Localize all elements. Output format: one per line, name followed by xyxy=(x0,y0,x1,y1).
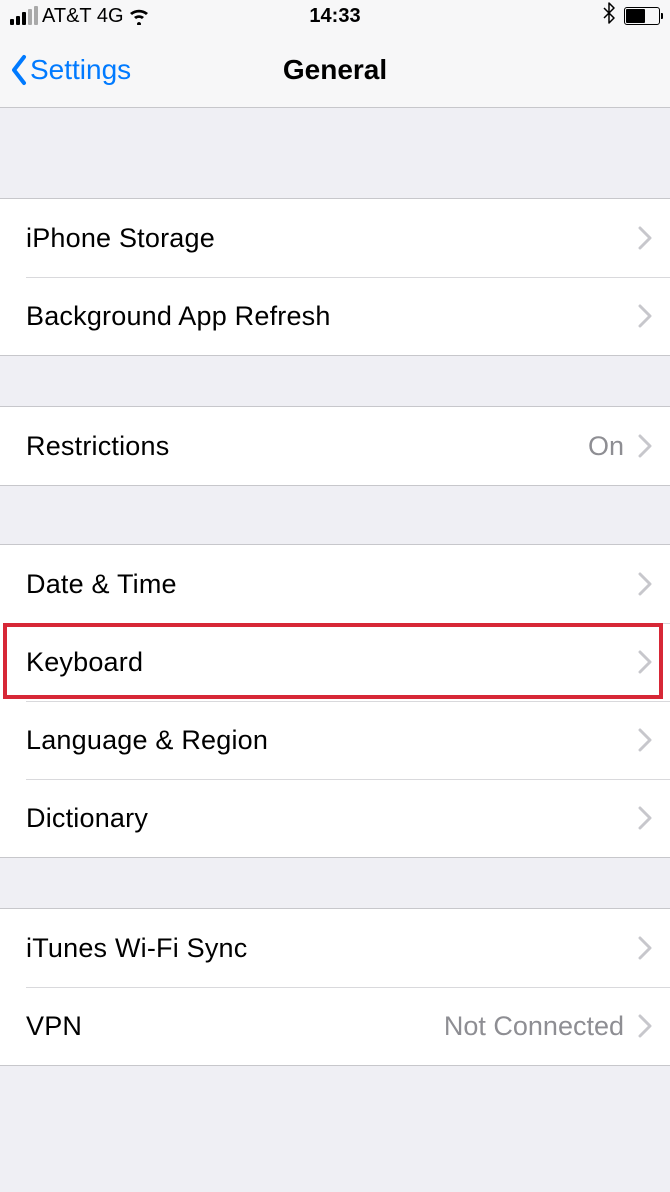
settings-row[interactable]: iPhone Storage xyxy=(0,198,670,277)
chevron-right-icon xyxy=(638,226,652,250)
chevron-right-icon xyxy=(638,936,652,960)
chevron-right-icon xyxy=(638,728,652,752)
row-right xyxy=(638,728,652,752)
row-right xyxy=(638,572,652,596)
row-value: On xyxy=(588,431,624,462)
settings-row[interactable]: VPN Not Connected xyxy=(0,987,670,1066)
row-label: Dictionary xyxy=(26,803,148,834)
settings-group: iTunes Wi-Fi Sync VPN Not Connected xyxy=(0,908,670,1066)
nav-title: General xyxy=(283,54,387,86)
row-label: Restrictions xyxy=(26,431,169,462)
back-label: Settings xyxy=(30,54,131,86)
chevron-right-icon xyxy=(638,572,652,596)
status-right xyxy=(602,2,660,30)
settings-row[interactable]: Dictionary xyxy=(0,779,670,858)
row-label: Language & Region xyxy=(26,725,268,756)
row-label: iTunes Wi-Fi Sync xyxy=(26,933,247,964)
row-label: Keyboard xyxy=(26,647,143,678)
carrier-label: AT&T 4G xyxy=(42,5,124,28)
row-label: Background App Refresh xyxy=(26,301,331,332)
row-right xyxy=(638,936,652,960)
chevron-right-icon xyxy=(638,806,652,830)
row-right xyxy=(638,806,652,830)
bluetooth-icon xyxy=(602,2,616,30)
nav-bar: Settings General xyxy=(0,32,670,108)
cellular-signal-icon xyxy=(10,7,38,25)
settings-row[interactable]: Language & Region xyxy=(0,701,670,779)
row-right xyxy=(638,304,652,328)
row-label: VPN xyxy=(26,1011,82,1042)
row-right xyxy=(638,650,652,674)
settings-row[interactable]: Date & Time xyxy=(0,544,670,623)
status-bar: AT&T 4G 14:33 xyxy=(0,0,670,32)
settings-group: Restrictions On xyxy=(0,406,670,486)
row-right: Not Connected xyxy=(444,1011,652,1042)
row-right xyxy=(638,226,652,250)
chevron-right-icon xyxy=(638,1014,652,1038)
row-label: iPhone Storage xyxy=(26,223,215,254)
settings-group: iPhone Storage Background App Refresh xyxy=(0,198,670,356)
chevron-right-icon xyxy=(638,304,652,328)
status-left: AT&T 4G xyxy=(10,5,150,28)
chevron-right-icon xyxy=(638,650,652,674)
chevron-right-icon xyxy=(638,434,652,458)
status-time: 14:33 xyxy=(309,5,360,28)
row-value: Not Connected xyxy=(444,1011,624,1042)
settings-row[interactable]: Keyboard xyxy=(0,623,670,701)
settings-group: Date & Time Keyboard Language & Region Dict… xyxy=(0,544,670,858)
settings-row[interactable]: Restrictions On xyxy=(0,406,670,486)
row-right: On xyxy=(588,431,652,462)
wifi-icon xyxy=(128,7,150,25)
battery-icon xyxy=(624,7,660,25)
settings-row[interactable]: Background App Refresh xyxy=(0,277,670,356)
settings-row[interactable]: iTunes Wi-Fi Sync xyxy=(0,908,670,987)
back-button[interactable]: Settings xyxy=(10,54,131,86)
row-label: Date & Time xyxy=(26,569,177,600)
chevron-left-icon xyxy=(10,54,28,86)
